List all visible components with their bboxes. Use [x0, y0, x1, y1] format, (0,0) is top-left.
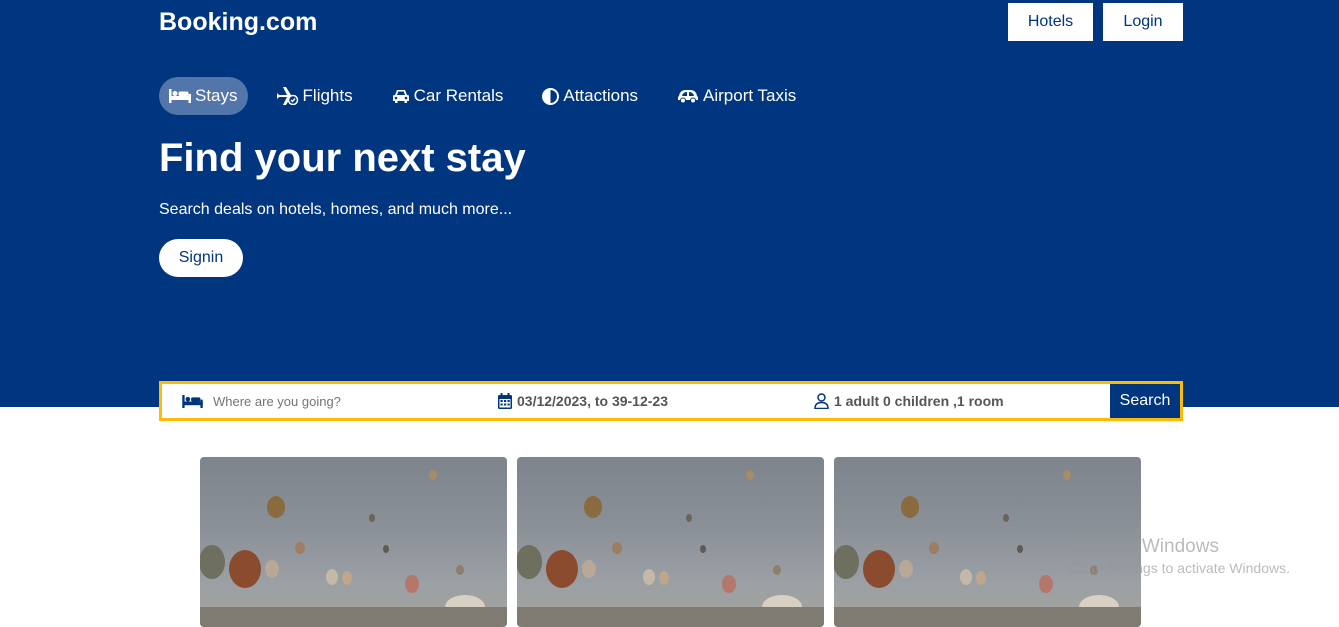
guests-picker[interactable]: 1 adult 0 children ,1 room [814, 384, 1004, 418]
person-icon [814, 393, 829, 409]
bed-icon [182, 394, 203, 408]
property-card-image[interactable] [200, 457, 507, 627]
hero-banner: Booking.com Hotels Login Stays Flights C… [0, 0, 1339, 407]
nav-label: Attactions [563, 86, 639, 105]
bed-icon [169, 89, 191, 103]
watermark-subtitle: Go to Settings to activate Windows. [1069, 560, 1290, 576]
date-picker[interactable]: 03/12/2023, to 39-12-23 [498, 384, 668, 418]
nav-label: Flights [302, 86, 353, 105]
balloons-image [517, 470, 824, 627]
nav-label: Car Rentals [413, 86, 504, 105]
nav-label: Stays [195, 86, 238, 105]
nav-item-car-rentals[interactable]: Car Rentals [382, 77, 514, 115]
login-button[interactable]: Login [1103, 3, 1183, 41]
page-title: Find your next stay [159, 136, 526, 180]
windows-activation-watermark: Activate Windows Go to Settings to activ… [1069, 536, 1290, 576]
nav-item-flights[interactable]: Flights [267, 77, 363, 115]
balloons-image [200, 470, 507, 627]
property-card-image[interactable] [517, 457, 824, 627]
search-button[interactable]: Search [1110, 384, 1180, 418]
signin-button[interactable]: Signin [159, 239, 243, 277]
nav-item-airport-taxis[interactable]: Airport Taxis [667, 77, 806, 115]
destination-input[interactable] [213, 393, 463, 409]
nav-item-attractions[interactable]: Attactions [532, 77, 648, 115]
date-range-text: 03/12/2023, to 39-12-23 [517, 393, 668, 409]
nav-bar: Stays Flights Car Rentals Attactions Air… [159, 77, 825, 115]
page-subtitle: Search deals on hotels, homes, and much … [159, 201, 513, 218]
guests-text: 1 adult 0 children ,1 room [834, 393, 1004, 409]
destination-field[interactable] [182, 384, 472, 418]
hotels-button[interactable]: Hotels [1008, 3, 1093, 41]
half-circle-icon [542, 87, 560, 105]
calendar-icon [498, 393, 512, 409]
nav-label: Airport Taxis [703, 86, 797, 105]
taxi-icon [678, 89, 699, 103]
nav-item-stays[interactable]: Stays [159, 77, 248, 115]
watermark-title: Activate Windows [1069, 536, 1219, 557]
car-icon [392, 89, 409, 103]
plane-icon [276, 87, 298, 105]
search-bar: 03/12/2023, to 39-12-23 1 adult 0 childr… [159, 381, 1183, 421]
logo[interactable]: Booking.com [159, 8, 317, 37]
